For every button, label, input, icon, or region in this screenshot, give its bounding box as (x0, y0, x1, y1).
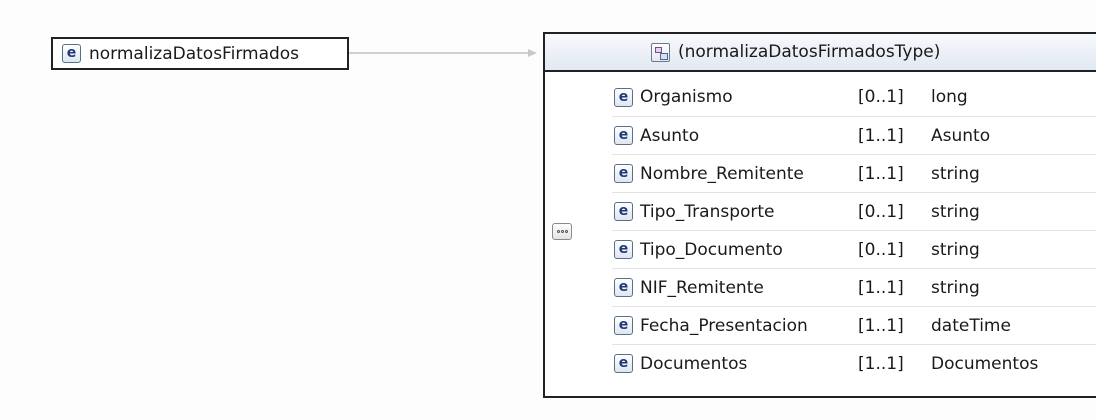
element-occurrence: [0..1] (858, 239, 904, 260)
element-row-fecha-presentacion[interactable]: e Fecha_Presentacion [1..1] dateTime (612, 306, 1096, 344)
element-row-nif-remitente[interactable]: e NIF_Remitente [1..1] string (612, 268, 1096, 306)
element-icon: e (614, 240, 633, 259)
element-row-organismo[interactable]: e Organismo [0..1] long (612, 78, 1096, 116)
element-icon: e (62, 44, 81, 63)
root-element-label: normalizaDatosFirmados (89, 43, 300, 64)
element-name: Asunto (640, 125, 700, 146)
element-name: Nombre_Remitente (640, 163, 804, 184)
element-type: string (931, 163, 980, 184)
element-name: NIF_Remitente (640, 277, 764, 298)
element-row-tipo-transporte[interactable]: e Tipo_Transporte [0..1] string (612, 192, 1096, 230)
element-occurrence: [1..1] (858, 277, 904, 298)
complex-type-icon (651, 42, 670, 62)
element-name: Documentos (640, 353, 748, 374)
element-name: Tipo_Documento (640, 239, 783, 260)
sequence-compositor-icon[interactable] (552, 223, 572, 240)
element-row-asunto[interactable]: e Asunto [1..1] Asunto (612, 116, 1096, 154)
element-icon: e (614, 354, 633, 373)
element-row-nombre-remitente[interactable]: e Nombre_Remitente [1..1] string (612, 154, 1096, 192)
element-icon: e (614, 278, 633, 297)
element-occurrence: [0..1] (858, 201, 904, 222)
element-occurrence: [1..1] (858, 315, 904, 336)
element-row-documentos[interactable]: e Documentos [1..1] Documentos (612, 344, 1096, 382)
element-type: dateTime (931, 315, 1011, 336)
sequence-element-list: e Organismo [0..1] long e Asunto [1..1] … (612, 78, 1096, 382)
element-type: Asunto (931, 125, 991, 146)
element-icon: e (614, 202, 633, 221)
element-row-tipo-documento[interactable]: e Tipo_Documento [0..1] string (612, 230, 1096, 268)
complex-type-header: (normalizaDatosFirmadosType) (545, 34, 1096, 72)
element-name: Organismo (640, 87, 733, 107)
element-name: Fecha_Presentacion (640, 315, 808, 336)
element-type: string (931, 201, 980, 222)
element-type: string (931, 277, 980, 298)
element-icon: e (614, 87, 633, 107)
element-occurrence: [1..1] (858, 353, 904, 374)
schema-diagram-canvas: e normalizaDatosFirmados (normalizaDatos… (0, 0, 1096, 420)
element-occurrence: [0..1] (858, 87, 904, 107)
element-icon: e (614, 126, 633, 145)
element-occurrence: [1..1] (858, 125, 904, 146)
element-icon: e (614, 316, 633, 335)
root-element-normalizaDatosFirmados[interactable]: e normalizaDatosFirmados (51, 37, 349, 70)
complex-type-label: (normalizaDatosFirmadosType) (678, 42, 941, 62)
element-occurrence: [1..1] (858, 163, 904, 184)
element-icon: e (614, 164, 633, 183)
element-type: string (931, 239, 980, 260)
element-type: long (931, 87, 968, 107)
element-type: Documentos (931, 353, 1039, 374)
element-name: Tipo_Transporte (640, 201, 775, 222)
